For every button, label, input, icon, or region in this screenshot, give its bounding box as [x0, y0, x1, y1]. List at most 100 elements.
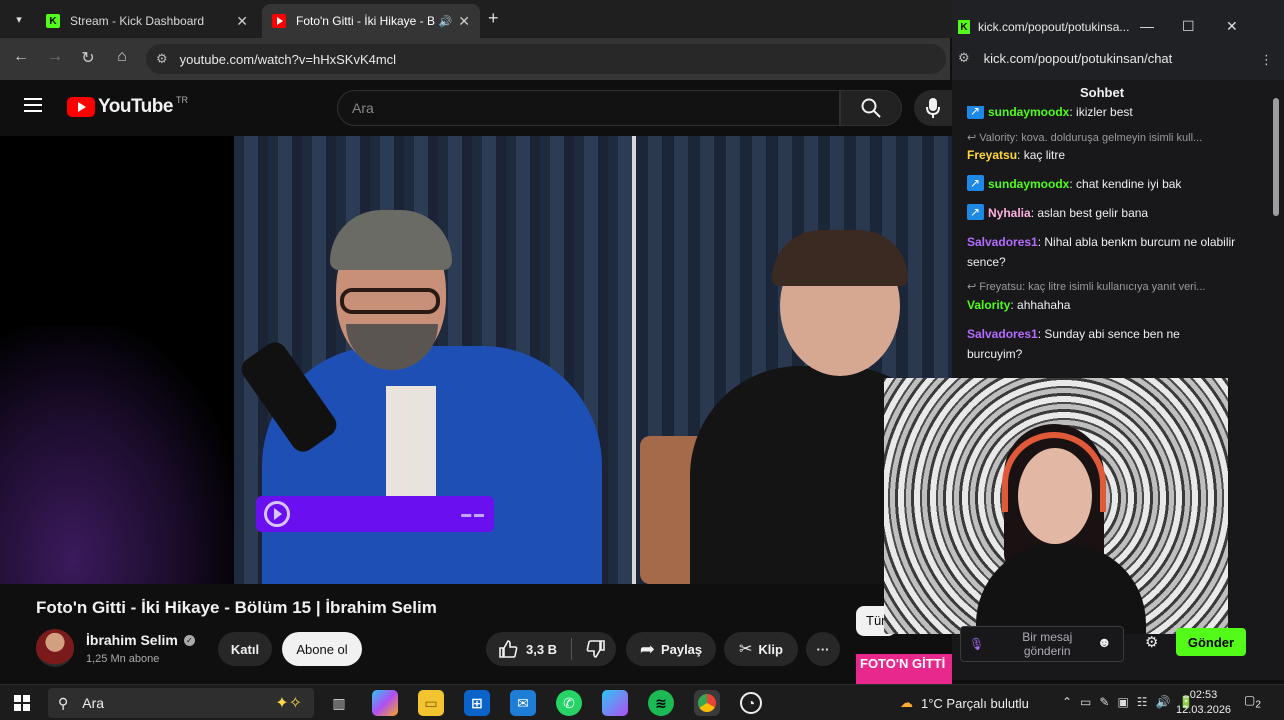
sub-badge-icon [967, 202, 984, 222]
chat-title: Sohbet [952, 80, 1252, 106]
chat-text: ahhahaha [1017, 298, 1071, 312]
like-icon[interactable] [498, 639, 518, 659]
chat-message: Salvadores1: Sunday abi sence ben ne bur… [967, 327, 1180, 361]
chat-username[interactable]: sundaymoodx [988, 105, 1069, 119]
chat-username[interactable]: Salvadores1 [967, 235, 1038, 249]
join-button[interactable]: Katıl [218, 632, 272, 666]
mic-icon [926, 98, 940, 118]
store-icon[interactable]: ⊞ [464, 690, 490, 716]
reload-icon[interactable]: ↻ [77, 48, 99, 68]
copilot-icon[interactable] [372, 690, 398, 716]
more-icon: ··· [816, 641, 830, 657]
taskbar-clock[interactable]: 02:53 12.03.2026 [1176, 688, 1231, 718]
site-info-icon[interactable]: ⚙ [958, 50, 970, 66]
browser-toolbar: ← → ↻ ⌂ ⚙ youtube.com/watch?v=hHxSKvK4mc… [0, 38, 950, 80]
clip-button[interactable]: ✂ Klip [724, 632, 798, 666]
tab-kick-dashboard[interactable]: K Stream - Kick Dashboard ✕ [36, 4, 258, 38]
weather-widget[interactable]: ☁ 1°C Parçalı bulutlu [900, 695, 1029, 711]
channel-name[interactable]: İbrahim Selim ✓ [86, 632, 195, 648]
voice-search-button[interactable] [914, 90, 952, 126]
copilot-sparkle-icon: ✦✧ [275, 695, 302, 712]
speaker-icon[interactable]: 🔊 [439, 15, 453, 28]
search-icon: ⚲ [58, 694, 69, 711]
youtube-play-icon [67, 97, 95, 117]
popout-window-title: K kick.com/popout/potukinsa... [958, 20, 1129, 34]
more-actions-button[interactable]: ··· [806, 632, 840, 666]
search-input[interactable]: Ara [337, 90, 840, 126]
chat-text: aslan best gelir bana [1037, 206, 1149, 220]
tab-search-dropdown[interactable]: ▾ [8, 8, 30, 30]
windows-start-icon[interactable] [14, 695, 30, 711]
dislike-icon[interactable] [586, 639, 606, 659]
channel-avatar[interactable] [36, 629, 74, 667]
obs-icon[interactable]: ◔ [740, 692, 762, 714]
chat-message: Freyatsu: kaç litre [967, 148, 1066, 162]
clip-label: Klip [758, 641, 783, 657]
chat-text: kaç litre [1023, 148, 1066, 162]
clock-time: 02:53 [1189, 689, 1218, 701]
chat-message: Salvadores1: Nihal abla benkm burcum ne … [967, 235, 1236, 269]
notification-icon[interactable]: ▢2 [1244, 693, 1261, 710]
share-button[interactable]: ➦ Paylaş [626, 632, 716, 666]
subscriber-count: 1,25 Mn abone [86, 653, 160, 665]
mail-icon[interactable]: ✉ [510, 690, 536, 716]
chat-username[interactable]: sundaymoodx [988, 177, 1069, 191]
menu-dots-icon[interactable]: ⋮ [1260, 52, 1273, 68]
send-button[interactable]: Gönder [1176, 628, 1246, 656]
whatsapp-icon[interactable]: ✆ [556, 690, 582, 716]
video-title: Foto'n Gitti - İki Hikaye - Bölüm 15 | İ… [36, 598, 437, 617]
back-icon[interactable]: ← [10, 48, 32, 66]
maximize-icon[interactable]: ☐ [1182, 18, 1195, 35]
tab-youtube[interactable]: Foto'n Gitti - İki Hikaye - Bö 🔊 ✕ [262, 4, 480, 38]
home-icon[interactable]: ⌂ [111, 48, 133, 66]
youtube-logo[interactable]: YouTube TR [67, 95, 188, 118]
clock-date: 12.03.2026 [1176, 704, 1232, 716]
video-player[interactable]: ▬ ▬ [0, 136, 952, 584]
subscribe-button[interactable]: Abone ol [282, 632, 362, 666]
popout-address[interactable]: ⚙ kick.com/popout/potukinsan/chat [958, 50, 1172, 66]
chat-username[interactable]: Freyatsu [967, 148, 1017, 162]
share-icon: ➦ [639, 638, 655, 659]
video-split-divider [632, 136, 636, 584]
taskbar-search-placeholder: Ara [82, 695, 105, 711]
m365-icon[interactable] [602, 690, 628, 716]
chat-username[interactable]: Valority [967, 298, 1010, 312]
kick-icon: K [46, 14, 60, 28]
chat-username[interactable]: Nyhalia [988, 206, 1031, 220]
chat-message: Valority: ahhahaha [967, 298, 1071, 312]
chat-input-placeholder: Bir mesaj gönderin [1022, 630, 1073, 658]
menu-icon[interactable] [24, 98, 42, 112]
chat-scrollbar-thumb[interactable] [1273, 98, 1279, 216]
search-icon [861, 98, 881, 118]
close-tab-icon[interactable]: ✕ [236, 13, 248, 30]
file-explorer-icon[interactable]: ▭ [418, 690, 444, 716]
channel-name-text: İbrahim Selim [86, 632, 178, 648]
search-button[interactable] [840, 90, 902, 126]
verified-icon: ✓ [183, 634, 195, 646]
minimize-icon[interactable]: — [1140, 18, 1154, 34]
close-window-icon[interactable]: ✕ [1226, 18, 1238, 35]
address-bar[interactable]: ⚙ youtube.com/watch?v=hHxSKvK4mcl [146, 44, 946, 74]
forward-icon[interactable]: → [44, 48, 66, 66]
close-tab-icon[interactable]: ✕ [458, 13, 470, 30]
sub-badge-icon [967, 173, 984, 193]
scissors-icon: ✂ [739, 641, 753, 658]
new-tab-button[interactable]: + [488, 8, 499, 29]
related-video-thumbnail[interactable]: FOTO'N GİTTİ [856, 654, 952, 684]
chat-username[interactable]: Salvadores1 [967, 327, 1038, 341]
emoji-icon[interactable]: ☻ [1097, 634, 1112, 650]
play-circle-icon [264, 501, 290, 527]
weather-text: 1°C Parçalı bulutlu [921, 695, 1029, 711]
chrome-icon[interactable] [694, 690, 720, 716]
weather-icon: ☁ [900, 695, 913, 710]
reply-context: ↩ Freyatsu: kaç litre isimli kullanıcıya… [967, 281, 1206, 293]
task-view-icon[interactable]: ▥ [326, 690, 352, 716]
gear-icon[interactable]: ⚙ [1145, 633, 1158, 651]
guest-hair [772, 230, 908, 286]
taskbar-search[interactable]: ⚲ Ara ✦✧ [48, 688, 314, 718]
windows-taskbar: ⚲ Ara ✦✧ ▥ ▭ ⊞ ✉ ✆ ≋ ◔ ☁ 1°C Parçalı bul… [0, 684, 1284, 720]
spotify-icon[interactable]: ≋ [648, 690, 674, 716]
like-count[interactable]: 3,3 B [526, 642, 557, 657]
mic-icon[interactable]: 🎙 [969, 637, 984, 651]
site-info-icon[interactable]: ⚙ [156, 51, 168, 67]
